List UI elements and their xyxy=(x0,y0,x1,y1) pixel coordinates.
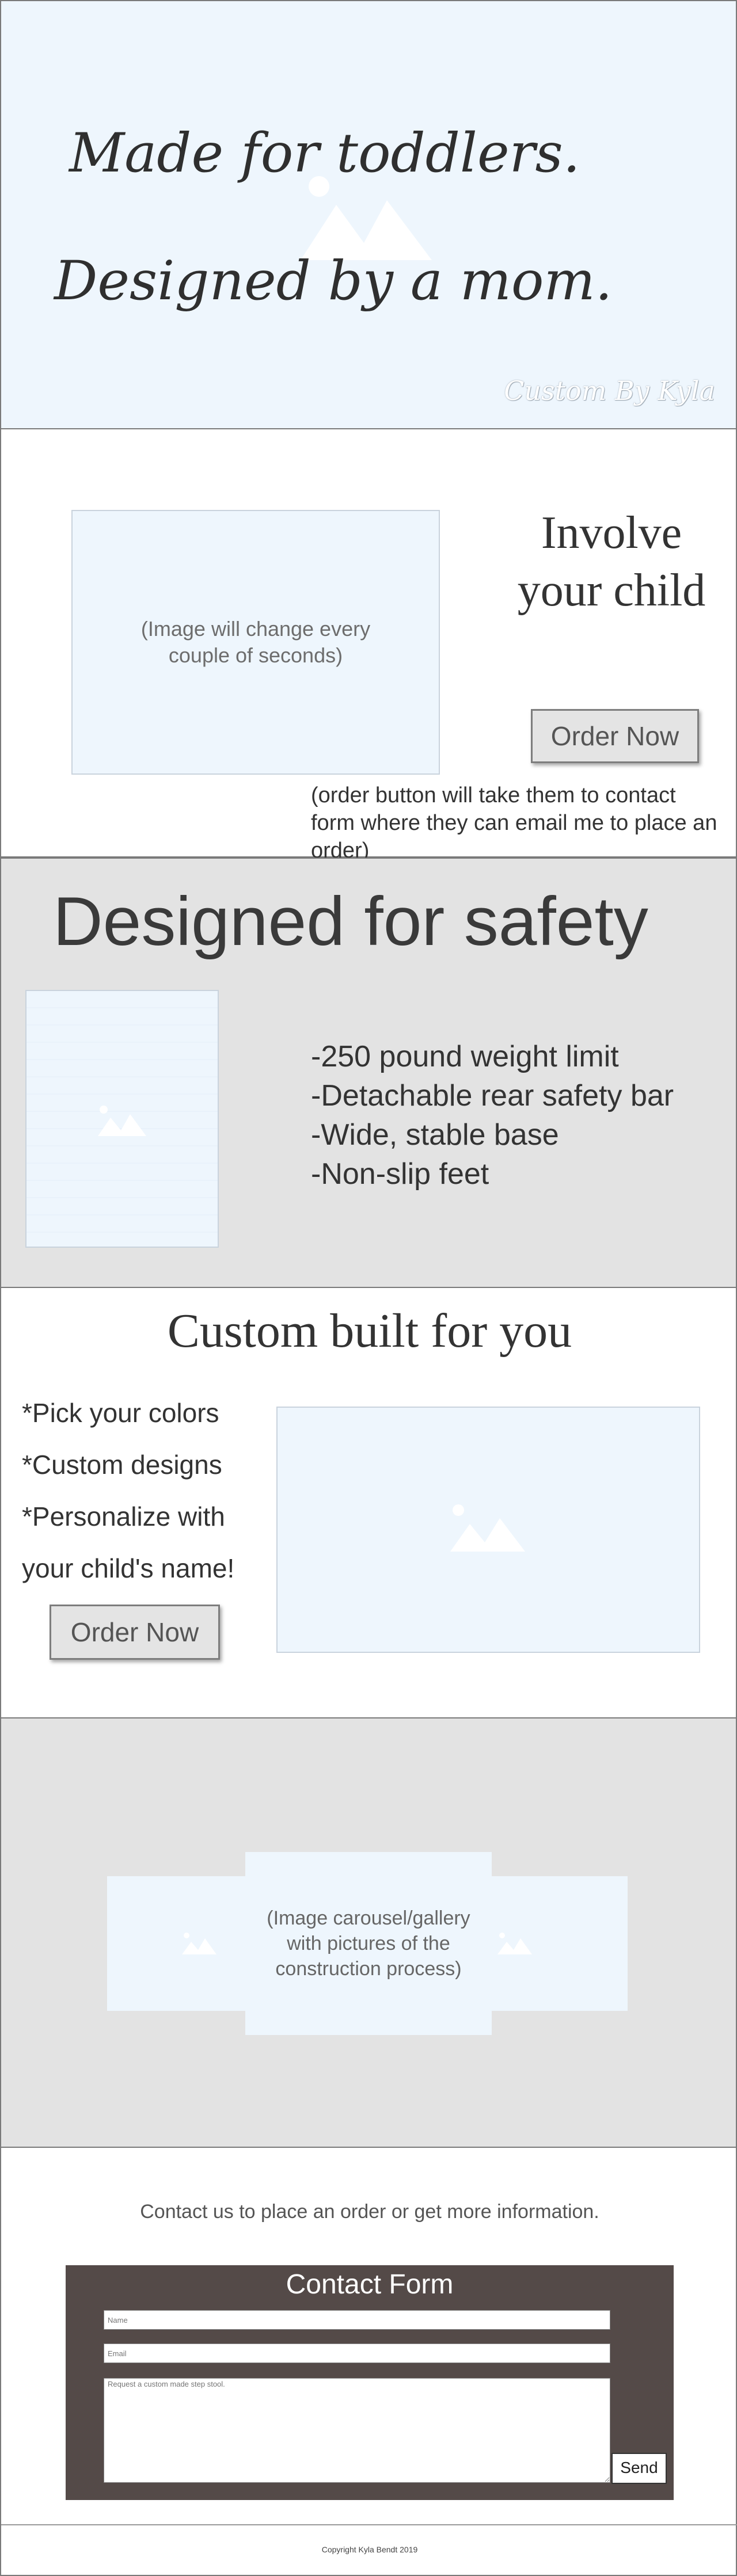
rotating-image-placeholder: (Image will change every couple of secon… xyxy=(71,510,440,775)
custom-feature-list: *Pick your colors *Custom designs *Perso… xyxy=(22,1387,264,1594)
contact-intro: Contact us to place an order or get more… xyxy=(140,2201,599,2223)
hero-headline-line-1: Made for toddlers. xyxy=(69,122,580,185)
order-button-note: (order button will take them to contact … xyxy=(311,783,717,863)
image-placeholder-caption: (Image will change every couple of secon… xyxy=(140,617,371,667)
safety-feature-item: -Detachable rear safety bar xyxy=(311,1079,674,1112)
safety-feature-item: -250 pound weight limit xyxy=(311,1040,619,1073)
gallery-caption: (Image carousel/gallery with pictures of… xyxy=(267,1907,470,1980)
hero-headline-line-2: Designed by a mom. xyxy=(54,250,613,313)
involve-heading: Involve your child xyxy=(517,508,706,616)
custom-heading: Custom built for you xyxy=(167,1304,572,1358)
gallery-current-image[interactable]: (Image carousel/gallery with pictures of… xyxy=(245,1852,492,2035)
footer-copyright: Copyright Kyla Bendt 2019 xyxy=(321,2545,418,2554)
contact-form: Contact Form Send xyxy=(66,2265,674,2500)
safety-feature-item: -Wide, stable base xyxy=(311,1118,559,1152)
name-field[interactable] xyxy=(104,2310,610,2330)
image-placeholder-icon xyxy=(98,1106,146,1136)
footer-divider xyxy=(1,2524,737,2525)
custom-feature-item: *Custom designs xyxy=(22,1450,222,1480)
image-placeholder-icon xyxy=(182,1933,216,1954)
contact-form-title: Contact Form xyxy=(286,2269,454,2300)
contact-section: Contact us to place an order or get more… xyxy=(0,2147,737,2576)
brand-signature-logo: Custom By Kyla xyxy=(504,375,715,406)
email-field[interactable] xyxy=(104,2343,610,2363)
custom-feature-item: *Pick your colors xyxy=(22,1398,219,1428)
gallery-section: (Image carousel/gallery with pictures of… xyxy=(0,1717,737,2148)
safety-section: Designed for safety -250 pound weight li… xyxy=(0,858,737,1288)
send-button[interactable]: Send xyxy=(611,2453,667,2484)
safety-image-placeholder xyxy=(25,990,219,1248)
safety-heading: Designed for safety xyxy=(53,883,648,960)
involve-section: (Image will change every couple of secon… xyxy=(0,428,737,863)
order-now-button[interactable]: Order Now xyxy=(50,1605,220,1660)
message-field[interactable] xyxy=(104,2378,610,2483)
image-placeholder-icon xyxy=(450,1504,525,1552)
gallery-next-image[interactable] xyxy=(471,1876,628,2011)
custom-image-placeholder xyxy=(276,1407,700,1653)
hero-section: Made for toddlers. Designed by a mom. Cu… xyxy=(0,0,737,429)
custom-section: Custom built for you *Pick your colors *… xyxy=(0,1287,737,1718)
custom-feature-item: your child's name! xyxy=(22,1553,235,1583)
image-placeholder-icon xyxy=(497,1933,532,1954)
custom-feature-item: *Personalize with xyxy=(22,1502,225,1531)
safety-feature-list: -250 pound weight limit -Detachable rear… xyxy=(311,1037,674,1194)
safety-feature-item: -Non-slip feet xyxy=(311,1157,489,1191)
order-now-button[interactable]: Order Now xyxy=(531,709,699,763)
